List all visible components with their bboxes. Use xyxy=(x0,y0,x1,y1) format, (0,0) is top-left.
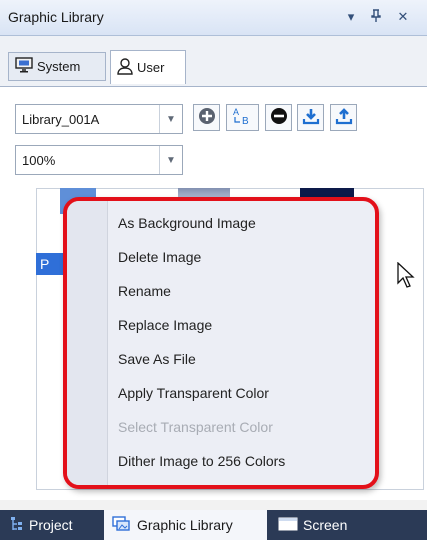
tab-screen[interactable]: Screen xyxy=(278,510,378,540)
menu-item-select-transparent-color: Select Transparent Color xyxy=(118,419,273,435)
menu-item-dither-image[interactable]: Dither Image to 256 Colors xyxy=(118,445,285,478)
user-icon xyxy=(117,57,133,78)
screen-icon xyxy=(278,517,298,534)
menu-item-replace-image[interactable]: Replace Image xyxy=(118,309,212,342)
monitor-icon xyxy=(15,57,33,76)
mouse-cursor-icon xyxy=(397,261,415,291)
tab-project[interactable]: Project xyxy=(10,510,98,540)
menu-item-delete-image[interactable]: Delete Image xyxy=(118,241,201,274)
library-select-value: Library_001A xyxy=(22,111,100,127)
export-button[interactable] xyxy=(330,104,357,131)
project-tree-icon xyxy=(10,516,24,535)
bottom-tab-bar: Project Graphic Library Screen xyxy=(0,510,427,540)
close-icon[interactable]: ✕ xyxy=(395,9,411,25)
image-context-menu: As Background Image Delete Image Rename … xyxy=(63,197,379,489)
rename-ab-icon: AB xyxy=(231,106,255,129)
tab-screen-label: Screen xyxy=(303,517,348,533)
tab-graphic-library[interactable]: Graphic Library xyxy=(104,510,267,540)
chevron-down-icon[interactable]: ▼ xyxy=(159,146,182,174)
library-tabs: System User xyxy=(0,36,427,86)
chevron-down-icon[interactable]: ▼ xyxy=(159,105,182,133)
menu-item-save-as-file[interactable]: Save As File xyxy=(118,343,196,376)
svg-text:A: A xyxy=(233,107,239,117)
import-button[interactable] xyxy=(297,104,324,131)
graphic-library-icon xyxy=(112,515,132,536)
tab-system-label: System xyxy=(37,59,81,74)
tab-system[interactable]: System xyxy=(8,52,106,81)
svg-text:B: B xyxy=(242,116,249,126)
dropdown-icon[interactable]: ▾ xyxy=(343,9,359,25)
zoom-select-value: 100% xyxy=(22,152,56,168)
download-icon xyxy=(302,107,320,128)
tab-user[interactable]: User xyxy=(110,50,186,84)
library-select[interactable]: Library_001A ▼ xyxy=(15,104,183,134)
menu-item-rename[interactable]: Rename xyxy=(118,275,171,308)
add-library-button[interactable] xyxy=(193,104,220,131)
tab-user-label: User xyxy=(137,60,165,75)
panel-title: Graphic Library xyxy=(8,9,104,25)
zoom-select[interactable]: 100% ▼ xyxy=(15,145,183,175)
minus-circle-icon xyxy=(270,107,288,128)
pin-icon[interactable] xyxy=(368,9,384,25)
upload-icon xyxy=(335,107,353,128)
plus-circle-icon xyxy=(198,107,216,128)
rename-library-button[interactable]: AB xyxy=(226,104,259,131)
menu-icon-gutter xyxy=(67,201,108,485)
menu-item-as-background-image[interactable]: As Background Image xyxy=(118,207,256,240)
panel-title-bar: Graphic Library ▾ ✕ xyxy=(0,0,427,36)
remove-library-button[interactable] xyxy=(265,104,292,131)
tab-graphic-library-label: Graphic Library xyxy=(137,517,233,533)
menu-item-apply-transparent-color[interactable]: Apply Transparent Color xyxy=(118,377,269,410)
tab-project-label: Project xyxy=(29,517,73,533)
